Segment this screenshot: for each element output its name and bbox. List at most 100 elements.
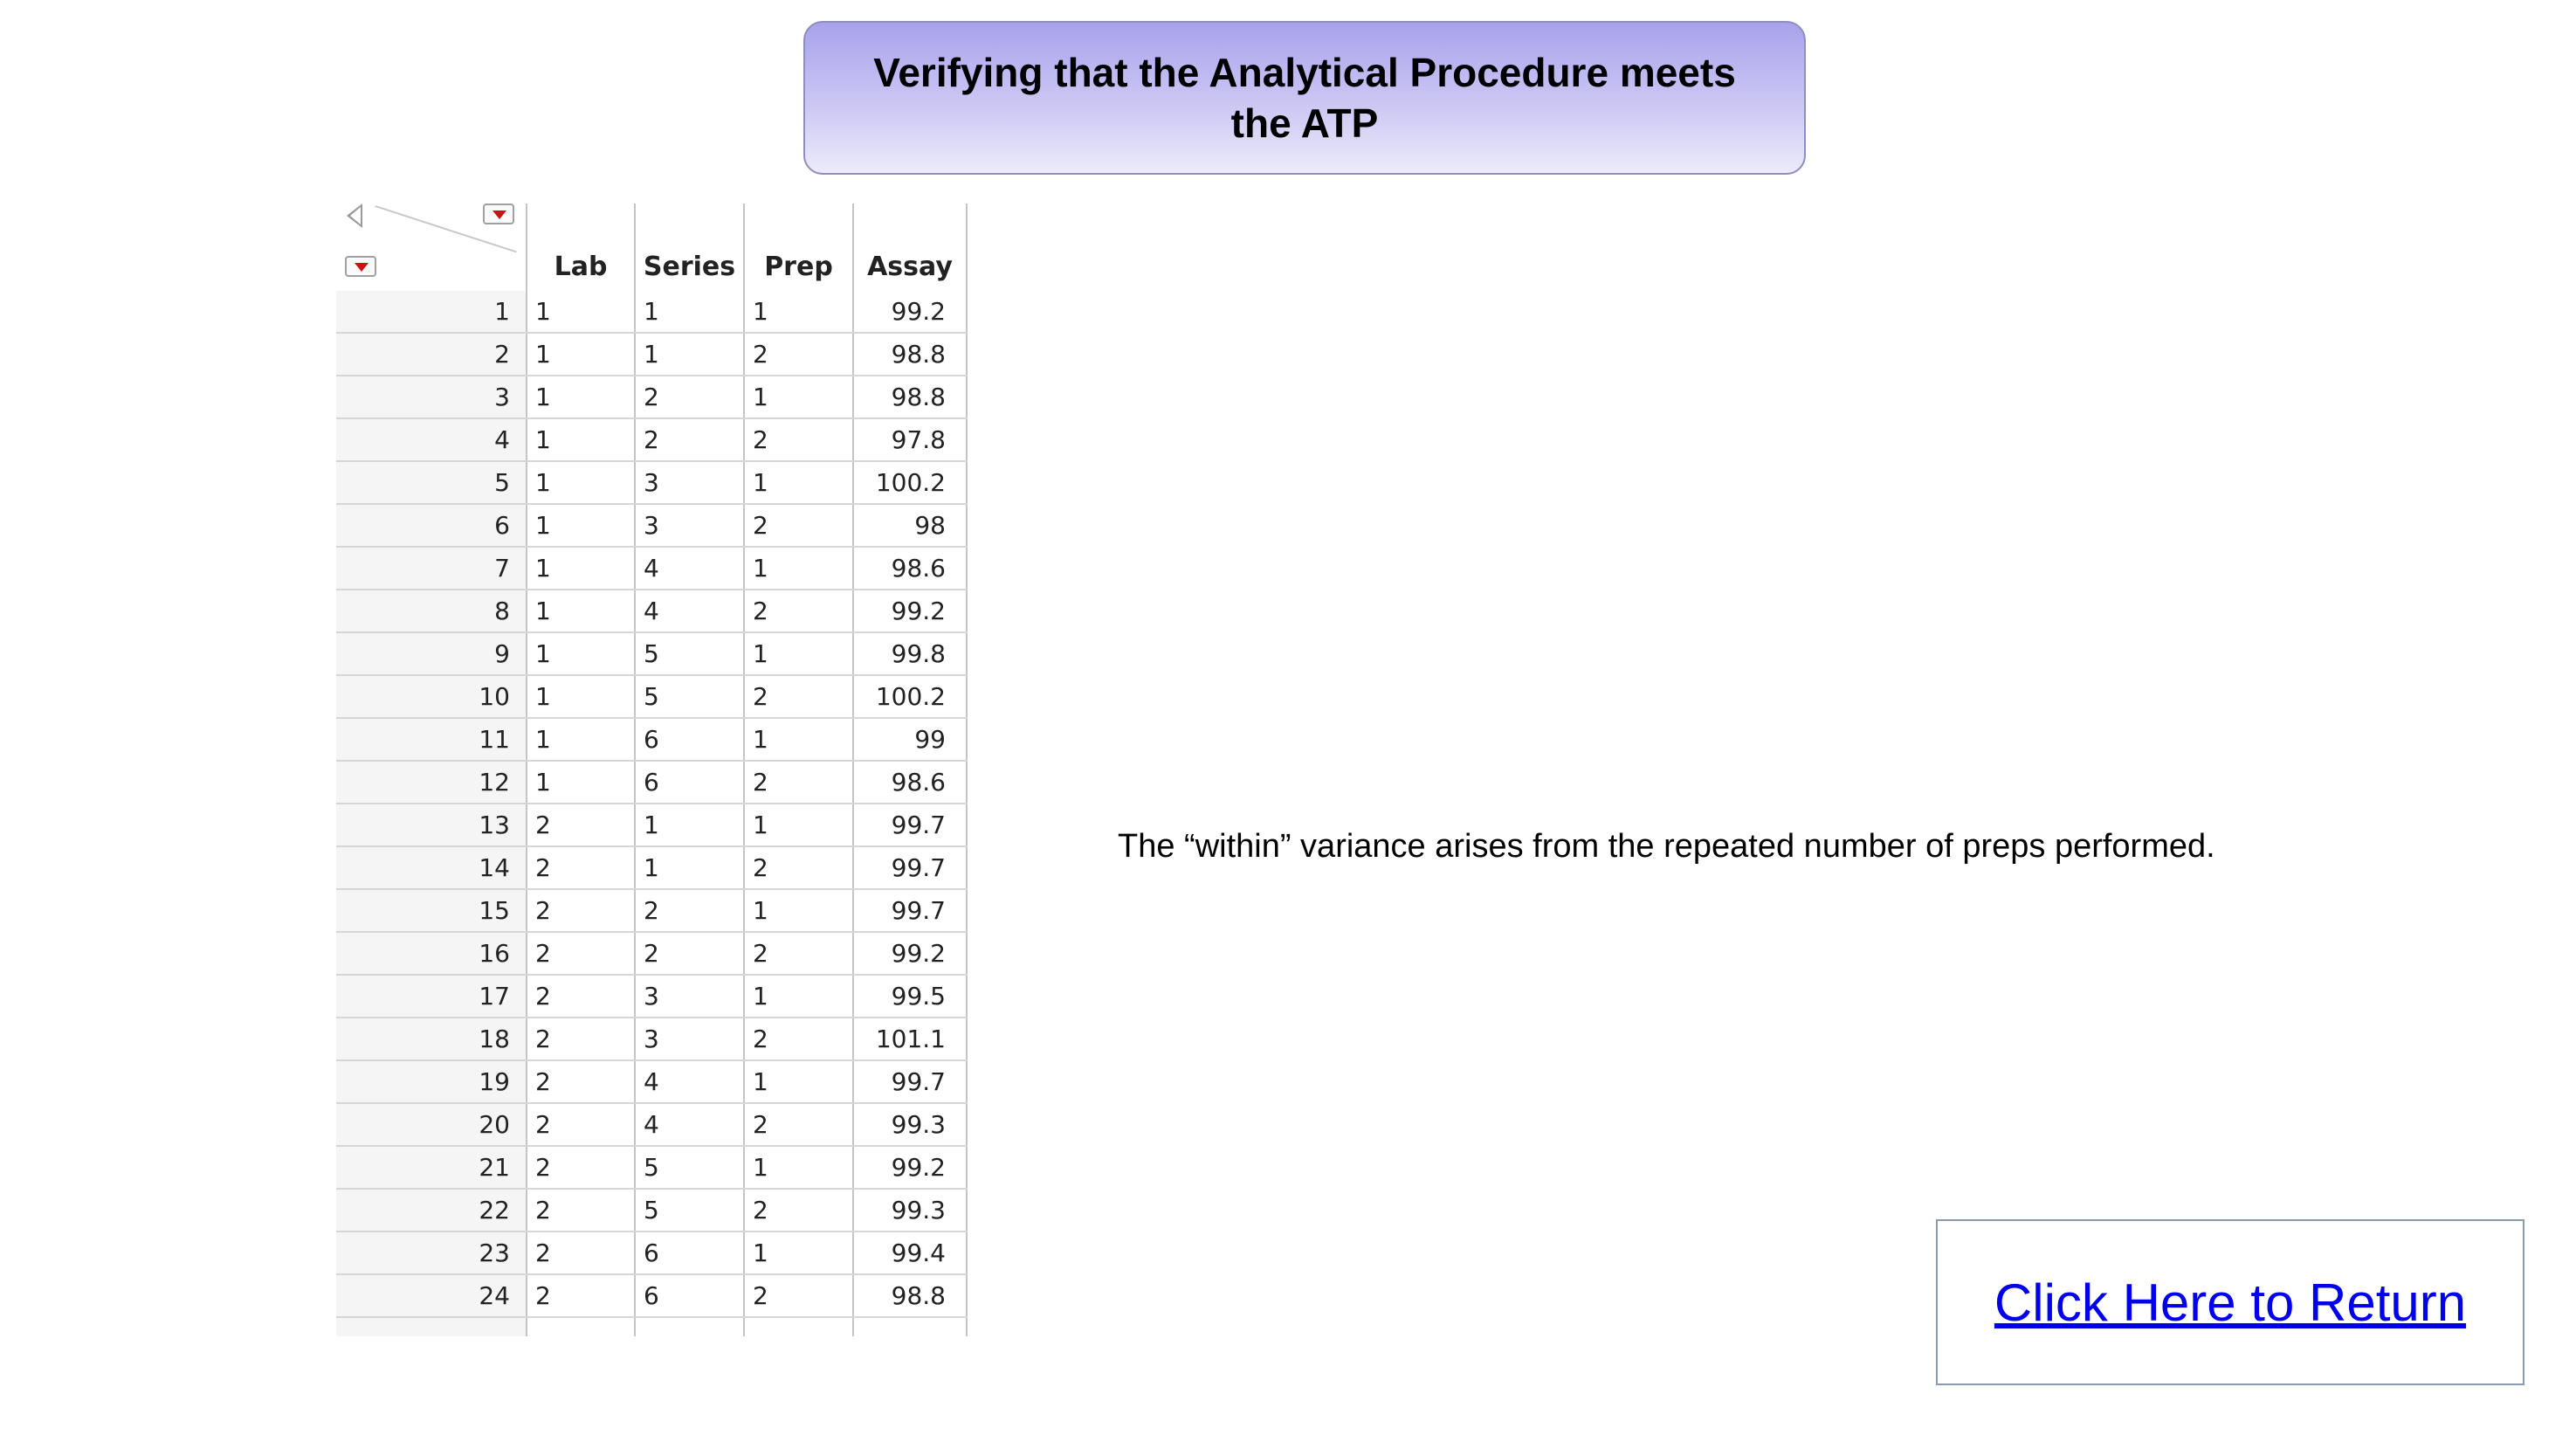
prep-cell: 2 [753,425,768,454]
table-row[interactable]: 18 2 3 2 101.1 [336,1018,968,1061]
assay-cell: 99.7 [891,896,946,925]
lab-cell: 2 [535,1110,551,1139]
column-header-prep[interactable]: Prep [745,243,852,291]
lab-cell: 2 [535,811,551,839]
series-cell: 1 [644,811,659,839]
row-number: 18 [479,1025,510,1053]
table-row[interactable]: 8 1 4 2 99.2 [336,590,968,633]
assay-cell: 98.8 [891,340,946,369]
lab-cell: 1 [535,554,551,583]
row-number: 7 [494,554,510,583]
lab-cell: 2 [535,1153,551,1182]
series-cell: 5 [644,1153,659,1182]
table-row[interactable]: 3 1 2 1 98.8 [336,376,968,419]
row-number: 5 [494,468,510,497]
column-header-assay[interactable]: Assay [854,243,966,291]
table-row[interactable]: 1 1 1 1 99.2 [336,291,968,334]
series-cell: 6 [644,1281,659,1310]
table-row[interactable]: 14 2 1 2 99.7 [336,847,968,890]
table-row[interactable]: 10 1 5 2 100.2 [336,676,968,719]
prep-cell: 1 [753,896,768,925]
table-row[interactable]: 2 1 1 2 98.8 [336,334,968,376]
assay-cell: 101.1 [875,1025,946,1053]
lab-cell: 1 [535,597,551,625]
row-number: 13 [479,811,510,839]
lab-cell: 2 [535,853,551,882]
assay-cell: 100.2 [875,468,946,497]
table-menu-red-triangle-icon[interactable] [483,204,514,224]
page-title: Verifying that the Analytical Procedure … [873,50,1736,146]
assay-cell: 99.7 [891,811,946,839]
table-row[interactable]: 16 2 2 2 99.2 [336,933,968,976]
row-number: 22 [479,1196,510,1225]
table-row[interactable]: 19 2 4 1 99.7 [336,1061,968,1104]
prep-cell: 1 [753,1067,768,1096]
assay-cell: 97.8 [891,425,946,454]
lab-cell: 1 [535,340,551,369]
series-cell: 4 [644,554,659,583]
lab-cell: 2 [535,939,551,968]
lab-cell: 1 [535,297,551,326]
assay-cell: 98 [914,511,946,540]
prep-cell: 1 [753,383,768,411]
prep-cell: 1 [753,468,768,497]
table-row[interactable]: 12 1 6 2 98.6 [336,762,968,804]
prep-cell: 2 [753,1196,768,1225]
assay-cell: 99.3 [891,1196,946,1225]
assay-cell: 99.3 [891,1110,946,1139]
table-row[interactable]: 4 1 2 2 97.8 [336,419,968,462]
assay-cell: 99.8 [891,639,946,668]
series-cell: 5 [644,682,659,711]
prep-cell: 1 [753,639,768,668]
series-cell: 2 [644,939,659,968]
lab-cell: 2 [535,1067,551,1096]
lab-cell: 2 [535,1239,551,1267]
table-row[interactable]: 23 2 6 1 99.4 [336,1232,968,1275]
assay-cell: 99.5 [891,982,946,1011]
series-cell: 2 [644,896,659,925]
lab-cell: 2 [535,1025,551,1053]
series-cell: 3 [644,511,659,540]
table-row[interactable]: 7 1 4 1 98.6 [336,548,968,590]
row-number: 8 [494,597,510,625]
table-row[interactable]: 5 1 3 1 100.2 [336,462,968,505]
prep-cell: 1 [753,297,768,326]
row-number: 16 [479,939,510,968]
row-number: 12 [479,768,510,797]
prep-cell: 1 [753,1153,768,1182]
prep-cell: 2 [753,511,768,540]
series-cell: 5 [644,639,659,668]
row-number: 15 [479,896,510,925]
table-row[interactable]: 9 1 5 1 99.8 [336,633,968,676]
column-header-series[interactable]: Series [636,243,743,291]
table-row[interactable]: 21 2 5 1 99.2 [336,1147,968,1190]
table-row[interactable]: 20 2 4 2 99.3 [336,1104,968,1147]
rows-menu-red-triangle-icon[interactable] [345,256,376,277]
table-row[interactable]: 13 2 1 1 99.7 [336,804,968,847]
assay-cell: 98.6 [891,554,946,583]
prep-cell: 2 [753,939,768,968]
lab-cell: 1 [535,768,551,797]
table-row[interactable]: 11 1 6 1 99 [336,719,968,762]
table-row[interactable]: 24 2 6 2 98.8 [336,1275,968,1318]
prep-cell: 2 [753,597,768,625]
assay-cell: 99.2 [891,1153,946,1182]
assay-cell: 99.4 [891,1239,946,1267]
return-button[interactable]: Click Here to Return [1936,1219,2524,1385]
return-link[interactable]: Click Here to Return [1994,1273,2466,1333]
prep-cell: 2 [753,1110,768,1139]
lab-cell: 1 [535,639,551,668]
row-number: 14 [479,853,510,882]
assay-cell: 99.2 [891,939,946,968]
lab-cell: 1 [535,425,551,454]
lab-cell: 2 [535,1196,551,1225]
assay-cell: 99.2 [891,297,946,326]
table-row[interactable]: 6 1 3 2 98 [336,505,968,548]
row-number: 4 [494,425,510,454]
collapse-left-triangle-icon[interactable] [347,204,362,228]
table-row[interactable]: 15 2 2 1 99.7 [336,890,968,933]
lab-cell: 2 [535,1281,551,1310]
column-header-lab[interactable]: Lab [527,243,634,291]
table-row[interactable]: 22 2 5 2 99.3 [336,1190,968,1232]
table-row[interactable]: 17 2 3 1 99.5 [336,976,968,1018]
